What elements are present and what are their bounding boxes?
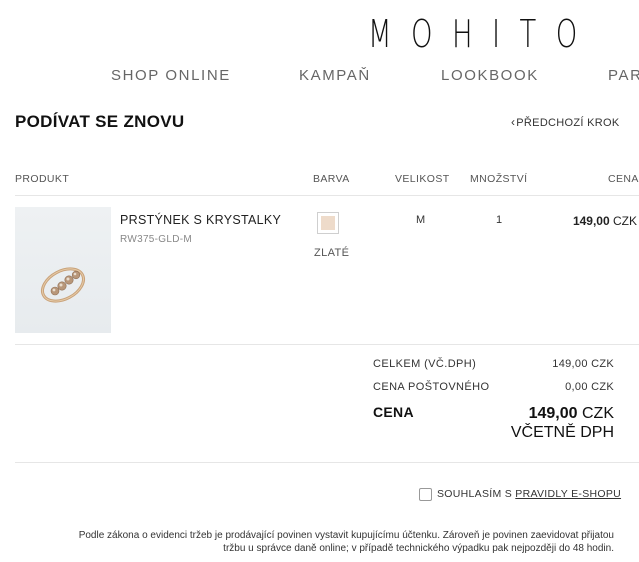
column-header-size: VELIKOST bbox=[395, 173, 450, 185]
nav-item-kampan[interactable]: KAMPAŇ bbox=[299, 67, 371, 84]
header-divider bbox=[15, 195, 639, 196]
total-currency: CZK bbox=[582, 405, 614, 422]
column-header-quantity: MNOŽSTVÍ bbox=[470, 173, 528, 185]
total-price: 149,00 CZK VČETNĚ DPH bbox=[511, 404, 614, 442]
terms-link[interactable]: PRAVIDLY E-SHOPU bbox=[515, 488, 621, 500]
summary-divider bbox=[15, 462, 639, 463]
product-image[interactable] bbox=[15, 207, 111, 333]
product-name[interactable]: PRSTÝNEK S KRYSTALKY bbox=[120, 213, 281, 227]
nav-item-shop-online[interactable]: SHOP ONLINE bbox=[111, 67, 231, 84]
product-size: M bbox=[416, 214, 426, 226]
previous-step-label: PŘEDCHOZÍ KROK bbox=[516, 117, 620, 129]
row-divider bbox=[15, 344, 639, 345]
product-sku: RW375-GLD-M bbox=[120, 234, 193, 245]
column-header-product: PRODUKT bbox=[15, 173, 70, 185]
color-name: ZLATÉ bbox=[314, 247, 350, 259]
color-swatch-fill bbox=[321, 216, 335, 230]
product-price: 149,00 CZK bbox=[573, 214, 637, 228]
legal-notice-line-2: tržbu u správce daně online; v případě t… bbox=[223, 543, 614, 554]
nav-item-partial[interactable]: PAR bbox=[608, 67, 639, 84]
terms-consent-prefix: SOUHLASÍM S bbox=[437, 488, 516, 500]
product-quantity: 1 bbox=[496, 214, 503, 226]
terms-consent-label[interactable]: SOUHLASÍM S PRAVIDLY E-SHOPU bbox=[437, 488, 621, 500]
total-value: 149,00 bbox=[528, 405, 578, 422]
subtotal-label: CELKEM (VČ.DPH) bbox=[373, 358, 477, 370]
legal-notice: Podle zákona o evidenci tržeb je prodáva… bbox=[14, 529, 614, 555]
color-swatch bbox=[317, 212, 339, 234]
page-title: PODÍVAT SE ZNOVU bbox=[15, 112, 185, 131]
shipping-value: 0,00 CZK bbox=[565, 381, 614, 393]
shipping-label: CENA POŠTOVNÉHO bbox=[373, 381, 490, 393]
product-price-value: 149,00 bbox=[572, 214, 610, 228]
column-header-color: BARVA bbox=[313, 173, 350, 185]
nav-item-lookbook[interactable]: LOOKBOOK bbox=[441, 67, 539, 84]
chevron-left-icon: ‹ bbox=[511, 115, 516, 129]
total-vat-note: VČETNĚ DPH bbox=[510, 424, 614, 441]
previous-step-link[interactable]: ‹PŘEDCHOZÍ KROK bbox=[511, 115, 620, 129]
subtotal-value: 149,00 CZK bbox=[552, 358, 614, 370]
brand-logo[interactable]: MOHITO bbox=[368, 12, 597, 56]
legal-notice-line-1: Podle zákona o evidenci tržeb je prodáva… bbox=[78, 530, 614, 541]
terms-checkbox[interactable] bbox=[419, 488, 432, 501]
total-label: CENA bbox=[373, 404, 414, 420]
ring-illustration bbox=[40, 267, 86, 303]
column-header-price: CENA bbox=[608, 173, 639, 185]
product-price-currency: CZK bbox=[613, 214, 637, 228]
main-nav: SHOP ONLINE KAMPAŇ LOOKBOOK PAR bbox=[0, 67, 639, 87]
